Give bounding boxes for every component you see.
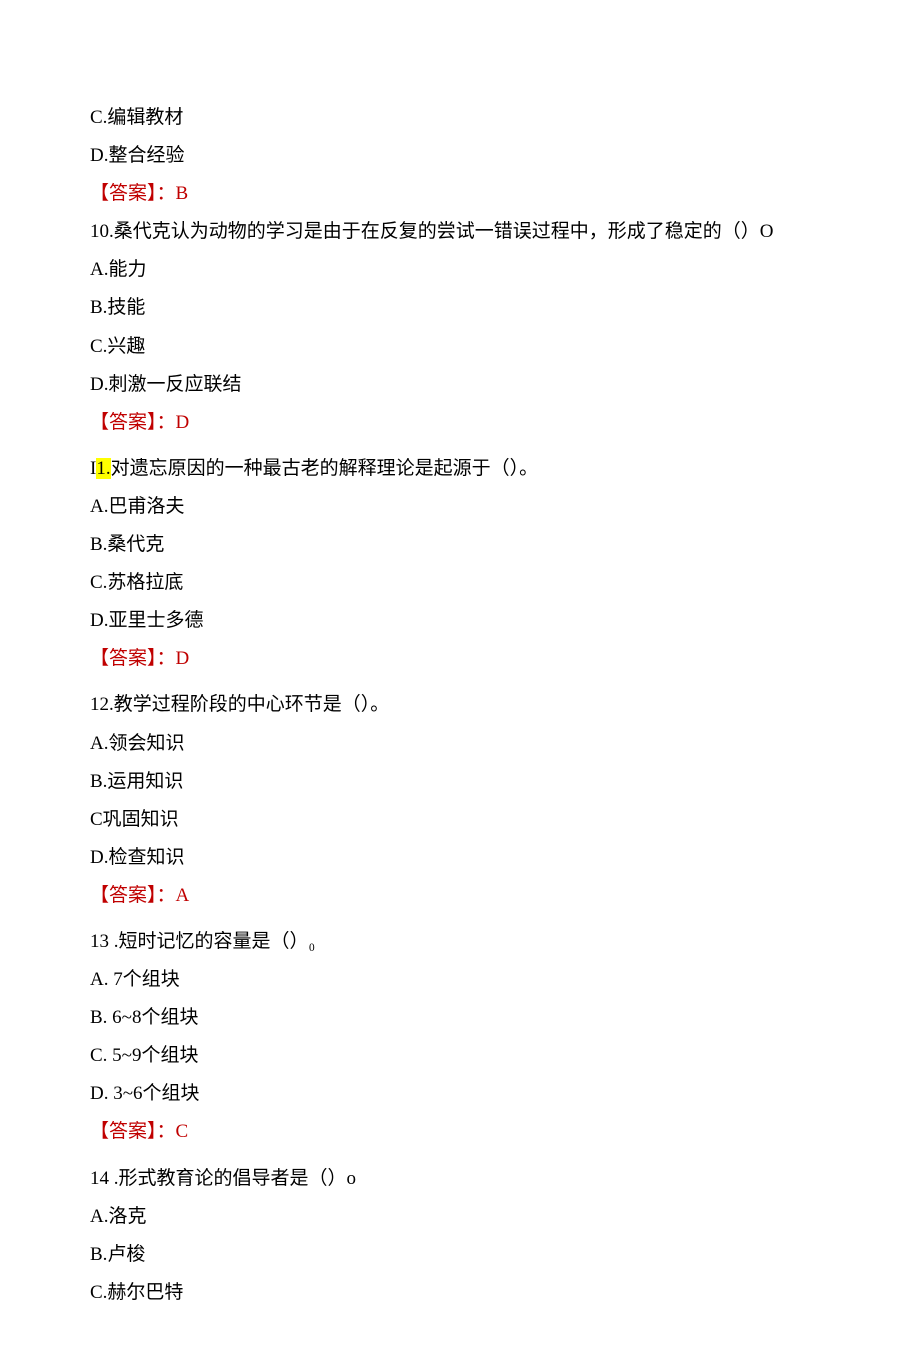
question-12-stem: 12.教学过程阶段的中心环节是（）。: [90, 687, 830, 723]
option-d-q9: D.整合经验: [90, 138, 830, 174]
option-a-q13: A. 7个组块: [90, 962, 830, 998]
option-b-q11: B.桑代克: [90, 527, 830, 563]
answer-q11: 【答案】：D: [90, 641, 830, 677]
q11-highlight: 1.: [96, 458, 110, 479]
option-d-q13: D. 3~6个组块: [90, 1076, 830, 1112]
question-11-stem: I1.对遗忘原因的一种最古老的解释理论是起源于（）。: [90, 451, 830, 487]
answer-q12: 【答案】：A: [90, 878, 830, 914]
question-14-stem: 14 .形式教育论的倡导者是（）o: [90, 1161, 830, 1197]
option-d-q11: D.亚里士多德: [90, 603, 830, 639]
option-d-q12: D.检查知识: [90, 840, 830, 876]
option-a-q10: A.能力: [90, 252, 830, 288]
option-c-q14: C.赫尔巴特: [90, 1275, 830, 1311]
option-c-q13: C. 5~9个组块: [90, 1038, 830, 1074]
option-a-q14: A.洛克: [90, 1199, 830, 1235]
q11-rest: 对遗忘原因的一种最古老的解释理论是起源于（）。: [111, 458, 539, 479]
answer-q13: 【答案】：C: [90, 1114, 830, 1150]
question-10-stem: 10.桑代克认为动物的学习是由于在反复的尝试一错误过程中，形成了稳定的（）O: [90, 214, 830, 250]
option-b-q14: B.卢梭: [90, 1237, 830, 1273]
option-b-q13: B. 6~8个组块: [90, 1000, 830, 1036]
option-c-q11: C.苏格拉底: [90, 565, 830, 601]
answer-q9: 【答案】：B: [90, 176, 830, 212]
answer-q10: 【答案】：D: [90, 405, 830, 441]
question-13-stem: 13 .短时记忆的容量是（）₀: [90, 924, 830, 960]
option-c-q9: C.编辑教材: [90, 100, 830, 136]
option-c-q10: C.兴趣: [90, 329, 830, 365]
option-a-q12: A.领会知识: [90, 726, 830, 762]
option-b-q10: B.技能: [90, 290, 830, 326]
option-d-q10: D.刺激一反应联结: [90, 367, 830, 403]
option-c-q12: C巩固知识: [90, 802, 830, 838]
option-a-q11: A.巴甫洛夫: [90, 489, 830, 525]
option-b-q12: B.运用知识: [90, 764, 830, 800]
